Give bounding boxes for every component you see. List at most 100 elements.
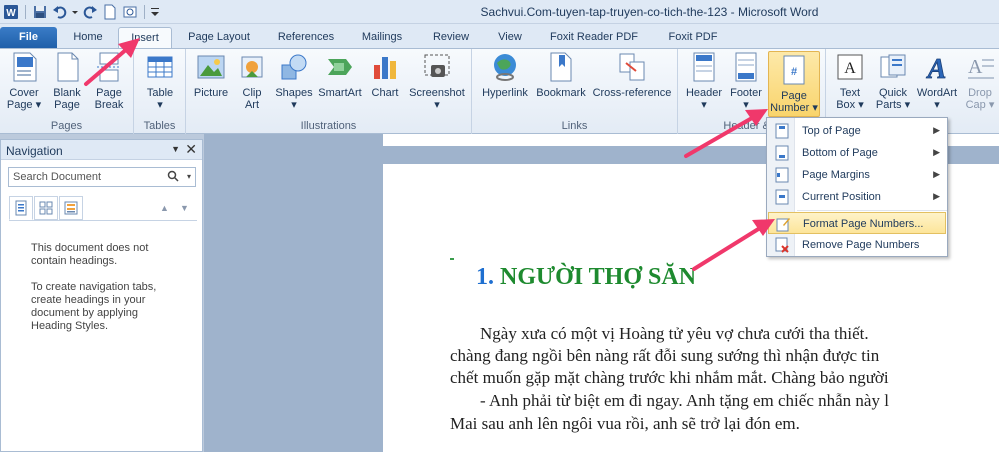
drop-cap-button[interactable]: A Drop Cap ▾ (962, 51, 998, 111)
format-page-numbers-icon (775, 216, 791, 232)
menu-item-page-margins[interactable]: Page Margins ▶ (768, 164, 946, 186)
no-headings-message: This document does not contain headings. (31, 242, 196, 268)
paragraph-line-3: chết muốn gặp mặt chàng trước khi nhắm m… (450, 368, 889, 387)
text-box-label-2: Box ▾ (836, 99, 864, 111)
table-icon (144, 51, 176, 83)
create-headings-line-4: Heading Styles. (31, 320, 109, 332)
bookmark-button[interactable]: Bookmark (534, 51, 588, 99)
create-headings-line-3: document by applying (31, 307, 139, 319)
footer-dropdown-icon: ▾ (743, 99, 749, 111)
clip-art-label-2: Art (244, 99, 260, 111)
create-headings-message: To create navigation tabs, create headin… (31, 281, 196, 333)
tab-view[interactable]: View (488, 27, 532, 49)
navigation-tabs (9, 196, 84, 220)
tab-page-layout[interactable]: Page Layout (177, 27, 261, 49)
cross-reference-label: Cross-reference (592, 87, 672, 99)
tab-mailings[interactable]: Mailings (352, 27, 412, 49)
svg-text:A: A (844, 60, 856, 77)
search-icon[interactable] (167, 170, 179, 187)
wordart-button[interactable]: A WordArt ▾ (914, 51, 960, 111)
drop-cap-icon: A (964, 51, 996, 83)
cross-reference-icon (616, 51, 648, 83)
top-of-page-icon (774, 123, 790, 139)
page-number-icon: # (778, 54, 810, 86)
page-number-menu: Top of Page ▶ Bottom of Page ▶ Page Marg… (766, 117, 948, 257)
smartart-label: SmartArt (318, 87, 362, 99)
search-options-dropdown-icon[interactable]: ▾ (187, 172, 191, 181)
submenu-arrow-icon: ▶ (933, 191, 940, 201)
tab-insert[interactable]: Insert (118, 27, 172, 49)
menu-item-current-position[interactable]: Current Position ▶ (768, 186, 946, 208)
hyperlink-label: Hyperlink (482, 87, 528, 99)
wordart-dropdown-icon: ▾ (934, 99, 940, 111)
page-number-label-2: Number ▾ (770, 102, 818, 114)
blank-page-button[interactable]: Blank Page (48, 51, 86, 111)
cover-page-label-1: Cover (9, 87, 39, 99)
tab-references[interactable]: References (268, 27, 344, 49)
cross-reference-button[interactable]: Cross-reference (590, 51, 674, 99)
tab-review[interactable]: Review (422, 27, 480, 49)
browse-headings-icon[interactable] (9, 196, 33, 220)
screenshot-icon (421, 51, 453, 83)
menu-item-top-of-page[interactable]: Top of Page ▶ (768, 120, 946, 142)
clip-art-button[interactable]: Clip Art (234, 51, 270, 111)
search-document-input[interactable]: Search Document ▾ (8, 167, 196, 187)
menu-item-format-page-numbers[interactable]: Format Page Numbers... (768, 212, 946, 234)
menu-item-bottom-of-page[interactable]: Bottom of Page ▶ (768, 142, 946, 164)
navigation-pane: Navigation ▼ ✕ Search Document ▾ ▲ ▼ Thi… (0, 139, 203, 452)
clip-art-label-1: Clip (242, 87, 262, 99)
previous-result-icon[interactable]: ▲ (160, 203, 169, 213)
clip-art-icon (236, 51, 268, 83)
paragraph-line-4: - Anh phải từ biệt em đi ngay. Anh tặng … (480, 391, 889, 410)
picture-button[interactable]: Picture (190, 51, 232, 99)
next-result-icon[interactable]: ▼ (180, 203, 189, 213)
story-heading: 1. NGƯỜI THỢ SĂN (476, 264, 696, 291)
group-links: Hyperlink Bookmark Cross-reference Links (472, 49, 678, 134)
create-headings-line-1: To create navigation tabs, (31, 281, 157, 293)
group-label-pages: Pages (50, 120, 83, 132)
page-number-button[interactable]: # Page Number ▾ (768, 51, 820, 117)
smartart-button[interactable]: SmartArt (316, 51, 364, 99)
screenshot-dropdown-icon: ▾ (434, 99, 440, 111)
navigation-header: Navigation ▼ ✕ (1, 140, 202, 160)
tab-home[interactable]: Home (61, 27, 115, 49)
screenshot-button[interactable]: Screenshot ▾ (406, 51, 468, 111)
create-headings-line-2: create headings in your (31, 294, 146, 306)
text-box-button[interactable]: A Text Box ▾ (830, 51, 870, 111)
group-label-tables: Tables (143, 120, 176, 132)
svg-text:A: A (926, 54, 947, 83)
heading-title: NGƯỜI THỢ SĂN (500, 264, 697, 290)
quick-parts-button[interactable]: Quick Parts ▾ (872, 51, 914, 111)
heading-number: 1. (476, 264, 494, 290)
tab-foxit-reader-pdf[interactable]: Foxit Reader PDF (540, 27, 648, 49)
cover-page-label-2: Page ▾ (6, 99, 42, 111)
shapes-button[interactable]: Shapes ▾ (274, 51, 314, 111)
hyperlink-button[interactable]: Hyperlink (478, 51, 532, 99)
pane-options-icon[interactable]: ▼ (171, 144, 180, 154)
tab-foxit-pdf[interactable]: Foxit PDF (658, 27, 728, 49)
heading-marker (450, 258, 454, 260)
table-label: Table (146, 87, 174, 99)
group-illustrations: Picture Clip Art Shapes ▾ SmartArt Chart… (186, 49, 472, 134)
close-pane-icon[interactable]: ✕ (185, 141, 197, 158)
tab-file[interactable]: File (0, 27, 57, 49)
browse-pages-icon[interactable] (34, 196, 58, 220)
page-break-button[interactable]: Page Break (90, 51, 128, 111)
cover-page-button[interactable]: Cover Page ▾ (4, 51, 44, 111)
screenshot-label: Screenshot (409, 87, 465, 99)
browse-results-icon[interactable] (59, 196, 83, 220)
menu-separator (797, 210, 947, 211)
footer-button[interactable]: Footer ▾ (726, 51, 766, 111)
picture-icon (195, 51, 227, 83)
hyperlink-icon (489, 51, 521, 83)
table-button[interactable]: Table ▾ (140, 51, 180, 111)
smartart-icon (324, 51, 356, 83)
cover-page-icon (8, 51, 40, 83)
footer-icon (730, 51, 762, 83)
chart-button[interactable]: Chart (366, 51, 404, 99)
drop-cap-label-2: Cap ▾ (965, 99, 995, 111)
drop-cap-label-1: Drop (968, 87, 992, 99)
title-bar: W Sachvui.Com-tuyen-tap-truyen-co-tich-t… (0, 0, 999, 24)
menu-item-remove-page-numbers[interactable]: Remove Page Numbers (768, 234, 946, 256)
header-button[interactable]: Header ▾ (682, 51, 726, 111)
